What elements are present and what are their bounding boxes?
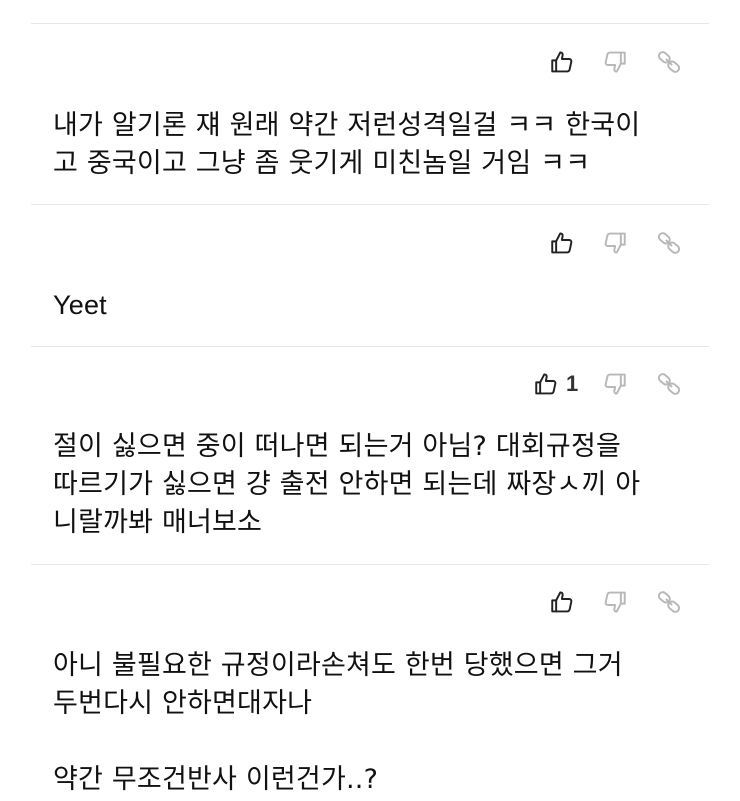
share-link-button[interactable] (656, 367, 682, 401)
thumbs-down-icon (602, 371, 628, 397)
thumbs-up-icon (549, 230, 575, 256)
comment-text: Yeet (53, 290, 107, 320)
share-link-button[interactable] (656, 585, 682, 619)
link-icon (656, 589, 682, 615)
thumbs-down-icon (602, 230, 628, 256)
dislike-button[interactable] (602, 585, 628, 619)
dislike-button[interactable] (602, 226, 628, 260)
comment-actions (0, 226, 740, 260)
thumbs-up-icon (533, 371, 559, 397)
thumbs-down-icon (602, 49, 628, 75)
like-button[interactable] (549, 585, 582, 619)
like-count: 1 (566, 371, 579, 396)
link-icon (656, 230, 682, 256)
like-button[interactable] (549, 45, 582, 79)
divider-top (31, 23, 709, 24)
divider (31, 564, 709, 565)
divider (31, 346, 709, 347)
comment-text: 아니 불필요한 규정이라손쳐도 한번 당했으면 그거 두번다시 안하면대자나 약… (53, 650, 623, 795)
link-icon (656, 371, 682, 397)
comment-actions (0, 585, 740, 619)
thumbs-up-icon (549, 49, 575, 75)
comment-actions: 1 (0, 367, 740, 401)
comment-text: 절이 싫으면 중이 떠나면 되는거 아님? 대회규정을 따르기가 싫으면 걍 출… (53, 431, 641, 538)
divider (31, 204, 709, 205)
link-icon (656, 49, 682, 75)
dislike-button[interactable] (602, 367, 628, 401)
thumbs-up-icon (549, 589, 575, 615)
share-link-button[interactable] (656, 226, 682, 260)
like-button[interactable]: 1 (533, 367, 578, 401)
share-link-button[interactable] (656, 45, 682, 79)
thumbs-down-icon (602, 589, 628, 615)
dislike-button[interactable] (602, 45, 628, 79)
comment-text: 내가 알기론 쟤 원래 약간 저런성격일걸 ㅋㅋ 한국이 고 중국이고 그냥 좀… (53, 110, 641, 179)
comment-actions (0, 45, 740, 79)
like-button[interactable] (549, 226, 582, 260)
